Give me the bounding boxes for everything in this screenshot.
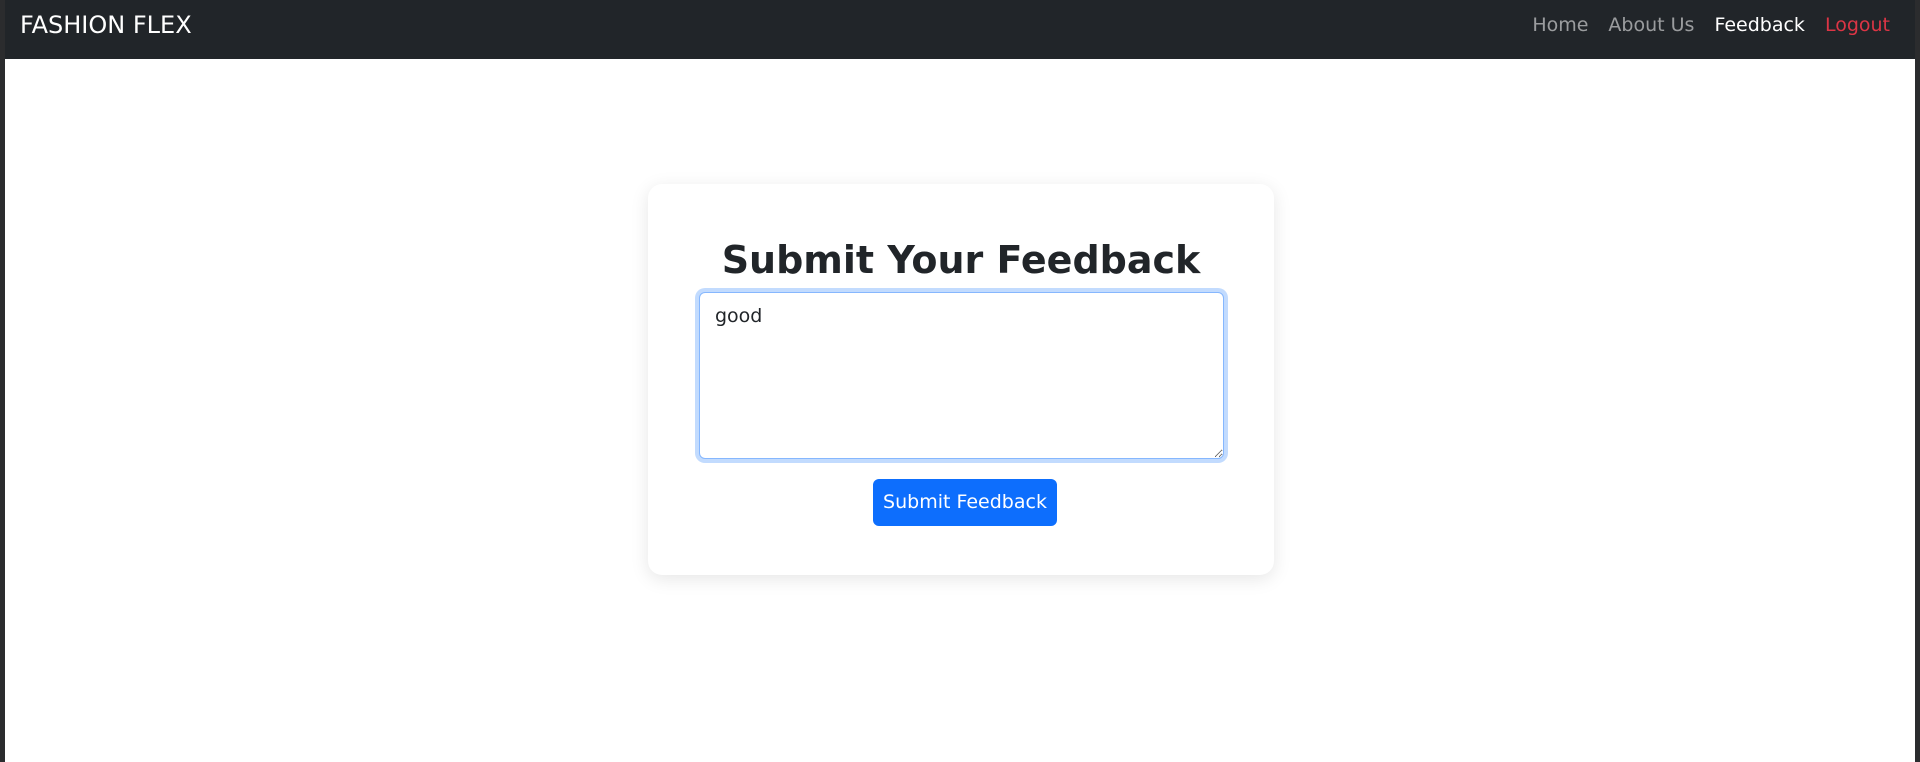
nav-link-about-us[interactable]: About Us bbox=[1608, 13, 1694, 37]
page-title: Submit Your Feedback bbox=[721, 238, 1201, 282]
nav-links: Home About Us Feedback Logout bbox=[1532, 13, 1890, 37]
nav-link-logout[interactable]: Logout bbox=[1825, 13, 1890, 37]
nav-link-home[interactable]: Home bbox=[1532, 13, 1588, 37]
feedback-card: Submit Your Feedback good Submit Feedbac… bbox=[648, 184, 1274, 575]
submit-feedback-button[interactable]: Submit Feedback bbox=[873, 479, 1057, 526]
brand-logo[interactable]: FASHION FLEX bbox=[20, 10, 192, 40]
feedback-textarea[interactable]: good bbox=[699, 292, 1224, 459]
page-viewport: FASHION FLEX Home About Us Feedback Logo… bbox=[5, 0, 1915, 762]
top-navbar: FASHION FLEX Home About Us Feedback Logo… bbox=[5, 0, 1915, 59]
nav-link-feedback[interactable]: Feedback bbox=[1714, 13, 1804, 37]
